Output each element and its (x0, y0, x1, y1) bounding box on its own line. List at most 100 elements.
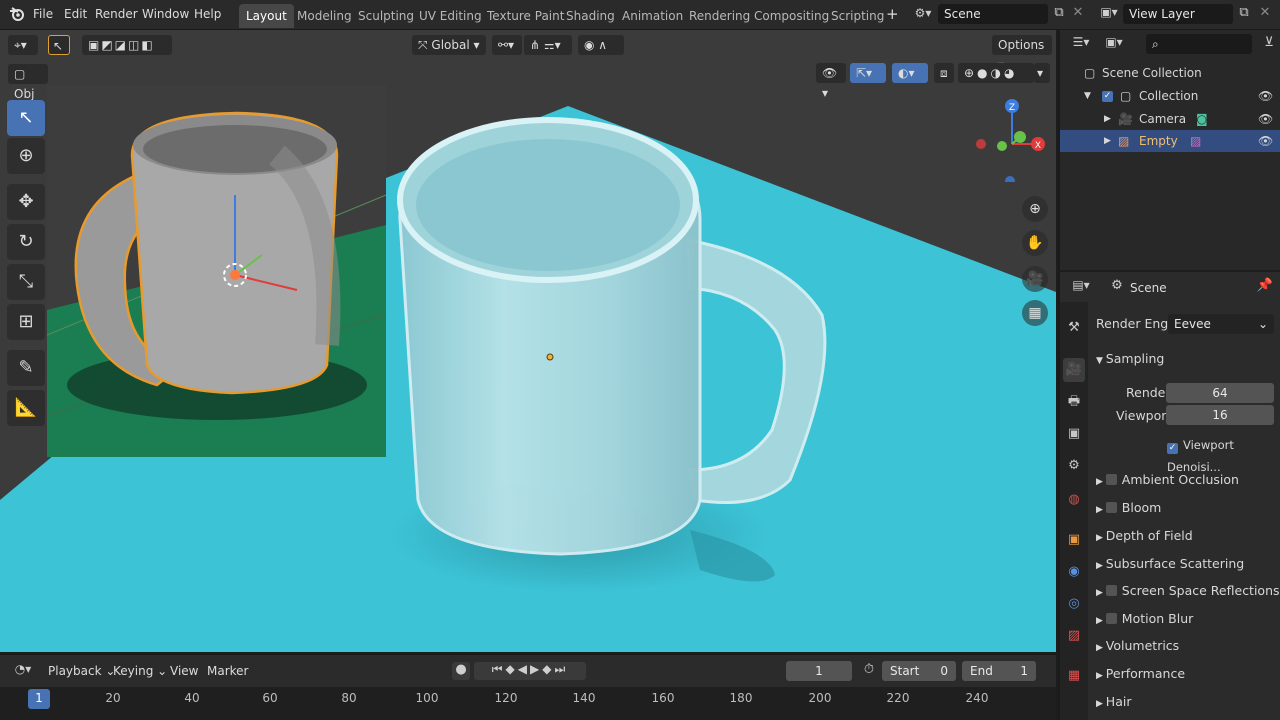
tab-modeling[interactable]: Modeling (290, 4, 359, 28)
render-samples-field[interactable]: 64 (1166, 383, 1274, 403)
object-tab-icon[interactable]: ▣ (1063, 528, 1085, 552)
new-view-layer-icon[interactable]: ⧉ (1235, 5, 1253, 23)
rotate-tool[interactable]: ↻ (7, 224, 45, 260)
enable-checkbox[interactable] (1105, 585, 1117, 596)
shading-modes[interactable]: ⊕●◑◕ (958, 63, 1034, 83)
visibility-dropdown[interactable]: 👁▾ (816, 63, 846, 100)
navigation-gizmo[interactable]: Z X (968, 92, 1056, 182)
close-view-layer-icon[interactable]: ✕ (1257, 5, 1273, 23)
xray-toggle[interactable]: ⧈ (934, 63, 954, 83)
perspective-grid-icon[interactable]: ▦ (1022, 300, 1048, 326)
tab-shading[interactable]: Shading (559, 4, 622, 28)
tab-rendering[interactable]: Rendering (682, 4, 757, 28)
new-scene-icon[interactable]: ⧉ (1050, 5, 1068, 23)
panel-motion-blur[interactable]: ▶ Motion Blur (1096, 608, 1193, 630)
expand-chevron-icon[interactable]: ▶ (1104, 108, 1111, 130)
collection-checkbox[interactable]: ✓ (1102, 91, 1113, 102)
properties-editor-icon[interactable]: ▤▾ (1068, 278, 1094, 296)
gizmo-toggle[interactable]: ⇱▾ (850, 63, 886, 83)
camera-view-icon[interactable]: 🎥 (1022, 266, 1048, 292)
expand-chevron-icon[interactable]: ▶ (1104, 130, 1111, 152)
visibility-eye-icon[interactable]: 👁 (1258, 108, 1273, 130)
pan-hand-icon[interactable]: ✋ (1022, 230, 1048, 256)
pin-icon[interactable]: 📌 (1256, 278, 1274, 296)
menu-file[interactable]: File (33, 0, 53, 28)
timeline-editor-icon[interactable]: ◔▾ (8, 662, 38, 680)
view-layer-tab-icon[interactable]: ▣ (1063, 422, 1085, 446)
visibility-eye-icon[interactable]: 👁 (1258, 85, 1273, 107)
tab-texture-paint[interactable]: Texture Paint (480, 4, 571, 28)
outliner-collection[interactable]: ▼ ✓ ▢ Collection 👁 (1060, 85, 1280, 107)
add-workspace-button[interactable]: + (886, 0, 899, 28)
marker-menu[interactable]: Marker (207, 657, 248, 685)
tool-tab-icon[interactable]: ⚒ (1063, 316, 1085, 340)
blender-logo-icon[interactable] (8, 5, 26, 23)
annotate-tool[interactable]: ✎ (7, 350, 45, 386)
3d-viewport[interactable]: ⌖▾ ↖ ▣◩◪◫◧ ⤧ Global ▾ ⚯▾ ⋔ ⚎▾ ◉ ∧ Option… (0, 30, 1056, 652)
record-button-icon[interactable]: ● (452, 662, 470, 680)
editor-type-button[interactable]: ⌖▾ (8, 35, 38, 55)
selection-mode-buttons[interactable]: ▣◩◪◫◧ (82, 35, 172, 55)
outliner-scene-collection[interactable]: ▢ Scene Collection (1060, 62, 1280, 84)
render-tab-icon[interactable]: 🎥 (1063, 358, 1085, 382)
scene-tab-icon[interactable]: ⚙ (1063, 454, 1085, 478)
tab-layout[interactable]: Layout (239, 4, 294, 28)
enable-checkbox[interactable] (1105, 613, 1117, 624)
proportional-edit-button[interactable]: ◉ ∧ (578, 35, 624, 55)
zoom-icon[interactable]: ⊕ (1022, 196, 1048, 222)
panel-subsurface-scattering[interactable]: ▶ Subsurface Scattering (1096, 553, 1244, 575)
expand-chevron-icon[interactable]: ▼ (1084, 85, 1091, 107)
panel-volumetrics[interactable]: ▶ Volumetrics (1096, 635, 1179, 657)
tab-compositing[interactable]: Compositing (747, 4, 836, 28)
image-data-icon[interactable]: ▨ (1190, 130, 1201, 152)
select-mode-button[interactable]: ↖ (48, 35, 70, 55)
select-box-tool[interactable]: ↖ (7, 100, 45, 136)
enable-checkbox[interactable] (1105, 502, 1117, 513)
visibility-eye-icon[interactable]: 👁 (1258, 130, 1273, 152)
object-mode-button[interactable]: ▢ Obj (8, 64, 48, 101)
panel-ambient-occlusion[interactable]: ▶ Ambient Occlusion (1096, 469, 1239, 491)
enable-checkbox[interactable] (1105, 474, 1117, 485)
outliner-item-camera[interactable]: ▶ 🎥 Camera ◙ 👁 (1060, 108, 1280, 130)
playback-menu[interactable]: Playback ⌄ (48, 657, 115, 685)
panel-bloom[interactable]: ▶ Bloom (1096, 497, 1161, 519)
camera-data-icon[interactable]: ◙ (1196, 108, 1208, 130)
move-tool[interactable]: ✥ (7, 184, 45, 220)
panel-screen-space-reflections[interactable]: ▶ Screen Space Reflections (1096, 580, 1280, 602)
snap-button[interactable]: ⋔ ⚎▾ (524, 35, 572, 55)
scene-selector-icon[interactable]: ⚙▾ (910, 6, 936, 24)
texture-tab-icon[interactable]: ▦ (1063, 664, 1085, 688)
tab-sculpting[interactable]: Sculpting (351, 4, 421, 28)
modifier-tab-icon[interactable]: ◉ (1063, 560, 1085, 584)
data-tab-icon[interactable]: ▨ (1063, 624, 1085, 648)
world-tab-icon[interactable]: ◍ (1063, 488, 1085, 512)
transform-tool[interactable]: ⊞ (7, 304, 45, 340)
cursor-tool[interactable]: ⊕ (7, 138, 45, 174)
filter-icon[interactable]: ⊻ (1260, 35, 1278, 53)
outliner-item-empty[interactable]: ▶ ▨ Empty ▨ 👁 (1060, 130, 1280, 152)
outliner-search-input[interactable]: ⌕ (1146, 34, 1252, 54)
stopwatch-icon[interactable]: ⏱ (860, 662, 878, 680)
pivot-point-button[interactable]: ⚯▾ (492, 35, 522, 55)
options-dropdown[interactable]: Options ▾ (992, 35, 1052, 72)
keying-menu[interactable]: Keying ⌄ (113, 657, 167, 685)
view-layer-field[interactable]: View Layer (1123, 4, 1233, 24)
scene-field[interactable]: Scene (938, 4, 1048, 24)
menu-help[interactable]: Help (194, 0, 221, 28)
viewport-samples-field[interactable]: 16 (1166, 405, 1274, 425)
overlay-toggle[interactable]: ◐▾ (892, 63, 928, 83)
menu-render[interactable]: Render (95, 0, 138, 28)
tab-animation[interactable]: Animation (615, 4, 690, 28)
shading-dropdown[interactable]: ▾ (1034, 63, 1050, 83)
physics-tab-icon[interactable]: ◎ (1063, 592, 1085, 616)
end-frame-field[interactable]: End 1 (962, 661, 1036, 681)
view-layer-icon[interactable]: ▣▾ (1095, 5, 1123, 23)
tab-uv-editing[interactable]: UV Editing (412, 4, 489, 28)
display-mode-icon[interactable]: ▣▾ (1100, 35, 1128, 53)
panel-performance[interactable]: ▶ Performance (1096, 663, 1185, 685)
panel-depth-of-field[interactable]: ▶ Depth of Field (1096, 525, 1193, 547)
timeline-ruler[interactable]: 1 20 40 60 80 100 120 140 160 180 200 22… (0, 687, 1056, 720)
measure-tool[interactable]: 📐 (7, 390, 45, 426)
output-tab-icon[interactable]: 🖶 (1063, 390, 1085, 414)
render-engine-dropdown[interactable]: Eevee ⌄ (1168, 314, 1274, 334)
